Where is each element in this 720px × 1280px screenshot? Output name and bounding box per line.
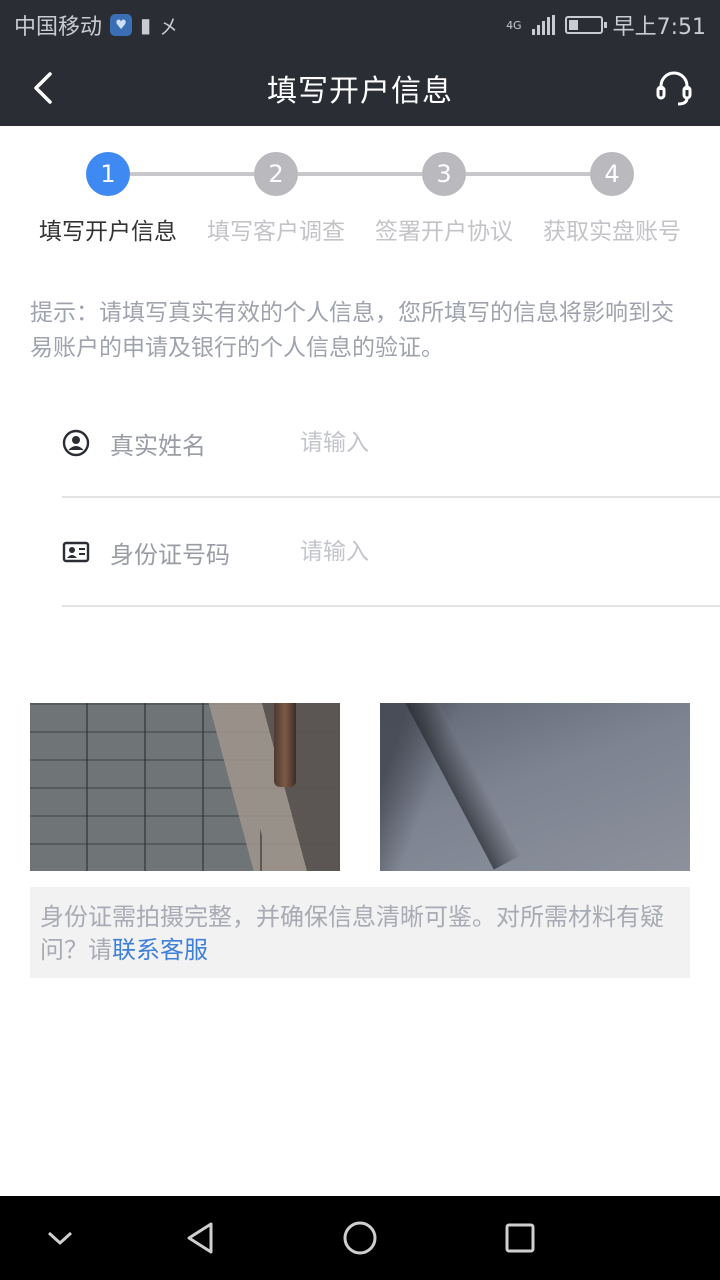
square-recents-icon xyxy=(505,1223,535,1253)
customer-service-button[interactable] xyxy=(648,62,700,114)
status-bar: 中国移动 ♥ ▮ 㐅 4G 早上7:51 xyxy=(0,0,720,50)
id-number-row: 身份证号码 xyxy=(62,499,720,607)
headset-icon xyxy=(656,71,692,106)
progress-steps: 1 2 3 4 填写开户信息 填写客户调查 签署开户协议 获取实盘账号 xyxy=(0,126,720,256)
step-2-circle: 2 xyxy=(254,152,298,196)
id-back-photo[interactable] xyxy=(380,703,690,871)
hide-keyboard-button[interactable] xyxy=(38,1216,82,1260)
step-1-label: 填写开户信息 xyxy=(39,219,177,245)
title-bar: 填写开户信息 xyxy=(0,50,720,126)
nav-home-button[interactable] xyxy=(338,1216,382,1260)
contact-support-link[interactable]: 联系客服 xyxy=(112,936,208,964)
app-notification-icon: ♥ xyxy=(110,14,133,36)
id-number-label: 身份证号码 xyxy=(110,540,230,569)
photo-notice: 身份证需拍摄完整，并确保信息清晰可鉴。对所需材料有疑问？请联系客服 xyxy=(30,887,690,978)
system-nav-bar xyxy=(0,1196,720,1280)
signal-icon xyxy=(531,15,555,35)
step-3-circle: 3 xyxy=(422,152,466,196)
name-label: 真实姓名 xyxy=(110,431,206,460)
id-front-photo[interactable] xyxy=(30,703,340,871)
triangle-back-icon xyxy=(187,1222,213,1254)
chevron-left-icon xyxy=(34,72,52,104)
hint-text: 提示：请填写真实有效的个人信息，您所填写的信息将影响到交易账户的申请及银行的个人… xyxy=(30,300,674,361)
battery-saver-icon: ▮ xyxy=(140,13,152,37)
network-type: 4G xyxy=(506,18,522,32)
battery-icon xyxy=(564,16,607,34)
battery-level xyxy=(568,20,578,30)
photo-texture xyxy=(400,703,521,870)
id-card-icon xyxy=(62,538,90,566)
step-3-label: 签署开户协议 xyxy=(375,219,513,245)
carrier-name: 中国移动 xyxy=(14,15,103,40)
nav-back-button[interactable] xyxy=(178,1216,222,1260)
back-button[interactable] xyxy=(20,64,68,112)
circle-home-icon xyxy=(343,1221,377,1255)
chevron-down-icon xyxy=(47,1231,73,1245)
page-title: 填写开户信息 xyxy=(267,74,453,109)
name-input[interactable] xyxy=(300,430,720,456)
name-row: 真实姓名 xyxy=(62,390,720,498)
photo-texture xyxy=(274,703,296,787)
user-circle-icon xyxy=(62,429,90,457)
nav-recents-button[interactable] xyxy=(498,1216,542,1260)
step-4-label: 获取实盘账号 xyxy=(543,219,681,245)
status-right: 4G 早上7:51 xyxy=(506,9,706,41)
status-left: 中国移动 ♥ ▮ 㐅 xyxy=(14,9,179,41)
step-1-circle: 1 xyxy=(86,152,130,196)
step-connector xyxy=(466,172,590,176)
step-2-label: 填写客户调查 xyxy=(207,219,345,245)
step-4-circle: 4 xyxy=(590,152,634,196)
clock: 早上7:51 xyxy=(612,15,706,40)
step-connector xyxy=(130,172,254,176)
input-method-icon: 㐅 xyxy=(159,14,180,39)
id-number-input[interactable] xyxy=(300,539,720,565)
step-connector xyxy=(298,172,422,176)
